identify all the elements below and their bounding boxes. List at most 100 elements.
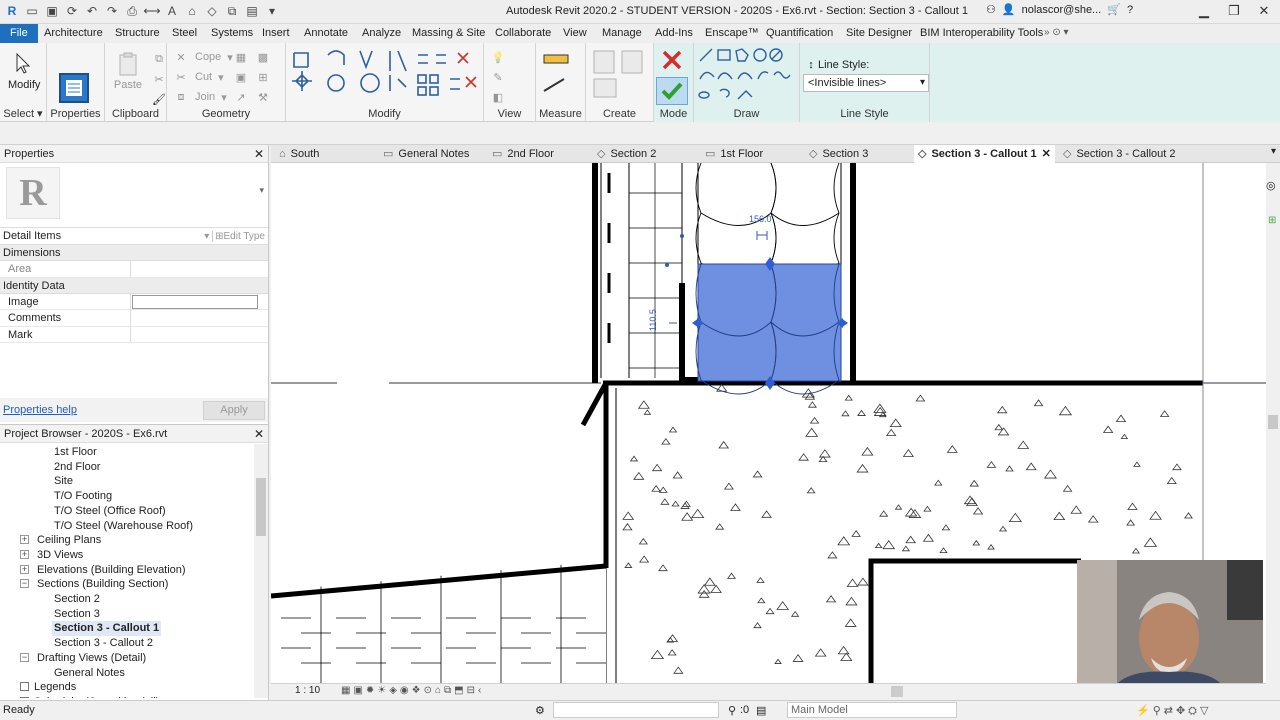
view-tab[interactable]: ▭ 1st Floor (705, 145, 763, 163)
worksets-icon[interactable]: ⚙ (535, 704, 545, 717)
drawing-canvas[interactable]: 156.0 110.5 (271, 163, 1266, 683)
switch-windows-icon[interactable]: ▤ (244, 3, 260, 19)
ribbon-overflow-icon[interactable]: » ⊙ ▾ (1044, 27, 1069, 38)
open-icon[interactable]: ▭ (24, 3, 40, 19)
ribbon-tab-view[interactable]: View (559, 24, 591, 43)
ribbon-tab-massing-site[interactable]: Massing & Site (408, 24, 489, 43)
browser-item[interactable]: Schedules/Quantities (all) (34, 695, 159, 698)
expand-icon[interactable]: + (20, 564, 29, 574)
mark-field[interactable] (131, 327, 268, 343)
browser-item[interactable]: 3D Views (37, 548, 83, 563)
ribbon-tab-bim-interoperability-tools[interactable]: BIM Interoperability Tools (916, 24, 1047, 43)
properties-button[interactable] (59, 73, 89, 103)
expand-icon[interactable]: + (20, 549, 29, 559)
dimension-height[interactable]: 110.5 (648, 309, 658, 331)
3d-view-icon[interactable]: ⌂ (184, 3, 200, 19)
image-field[interactable] (132, 294, 258, 309)
ribbon-tab-site-designer[interactable]: Site Designer (842, 24, 916, 43)
browser-item[interactable]: Section 3 - Callout 2 (54, 636, 153, 651)
override-graphics-icon[interactable]: ✎ (490, 69, 506, 85)
ribbon-tab-steel[interactable]: Steel (168, 24, 201, 43)
browser-item[interactable]: Site (54, 474, 73, 489)
cart-icon[interactable]: 🛒 (1107, 3, 1121, 16)
help-icon[interactable]: ? (1127, 4, 1133, 16)
group-dimensions[interactable]: Dimensions (0, 245, 268, 261)
close-hidden-icon[interactable]: ⧉ (224, 3, 240, 19)
browser-item[interactable]: Sections (Building Section) (37, 577, 168, 592)
view-scale[interactable]: 1 : 10 (295, 685, 320, 696)
measure-tools-icon[interactable] (540, 47, 580, 103)
cancel-edit-mode-button[interactable] (660, 49, 684, 71)
design-option-dropdown[interactable]: Main Model (787, 702, 957, 718)
horizontal-scroll-thumb[interactable] (891, 686, 903, 697)
demolish-icon[interactable]: ▣ (233, 69, 249, 85)
selection-filters-icons[interactable]: ⚡⚲⇄✥⛭▽ (1136, 704, 1211, 718)
canvas-scroll-thumb[interactable] (1268, 415, 1278, 429)
view-control-icons[interactable]: ▦▣✹☀◈◉❖⊙⌂⧉⬒⊟‹ (341, 685, 484, 696)
comments-field[interactable] (131, 310, 268, 326)
measure-icon[interactable]: ⟷ (143, 3, 160, 19)
ribbon-tab-collaborate[interactable]: Collaborate (491, 24, 555, 43)
view-tab[interactable]: ◇ Section 3 - Callout 2 (1063, 145, 1176, 163)
paint-icon[interactable]: ▩ (255, 49, 271, 65)
cut-geometry-button[interactable]: ✂ Cut ▾ (173, 69, 223, 85)
hide-element-icon[interactable]: ◧ (490, 89, 506, 105)
create-tools-icon[interactable] (590, 47, 650, 103)
hammer-icon[interactable]: ⚒ (255, 89, 271, 105)
text-icon[interactable]: A (164, 3, 180, 19)
design-options-icon[interactable]: ▤ (756, 704, 766, 717)
user-name[interactable]: nolascor@she... (1022, 4, 1102, 16)
edit-type-button[interactable]: ▾ ⊞Edit Type (204, 228, 265, 245)
ribbon-tab-quantification[interactable]: Quantification (762, 24, 837, 43)
properties-close-icon[interactable]: ✕ (254, 145, 264, 163)
browser-item[interactable]: Drafting Views (Detail) (37, 651, 146, 666)
split-face-icon[interactable]: ▦ (233, 49, 249, 65)
browser-scrollbar[interactable] (254, 444, 268, 698)
section-icon[interactable]: ◇ (204, 3, 220, 19)
user-icon[interactable]: 👤 (1002, 3, 1016, 16)
cope-button[interactable]: ✕ Cope ▾ (173, 49, 232, 65)
browser-item[interactable]: General Notes (54, 666, 125, 681)
expand-icon[interactable]: + (20, 535, 29, 545)
revit-app-icon[interactable]: R (4, 3, 20, 19)
browser-item[interactable]: T/O Steel (Office Roof) (54, 504, 166, 519)
restore-icon[interactable]: ❐ (1226, 2, 1242, 20)
finish-edit-mode-button[interactable] (656, 77, 688, 105)
view-tab[interactable]: ◇ Section 3 (809, 145, 868, 163)
browser-item[interactable]: Elevations (Building Elevation) (37, 563, 186, 578)
draw-tools-icons[interactable] (696, 47, 796, 107)
tab-overflow-icon[interactable]: ▾ (1271, 146, 1276, 157)
project-browser-close-icon[interactable]: ✕ (254, 425, 264, 443)
sync-icon[interactable]: ⟳ (64, 3, 80, 19)
collapse-icon[interactable]: − (20, 579, 29, 589)
collapse-icon[interactable]: − (20, 652, 29, 662)
ribbon-tab-annotate[interactable]: Annotate (300, 24, 352, 43)
view-tab[interactable]: ◇ Section 2 (597, 145, 656, 163)
dimension-width[interactable]: 156.0 (749, 214, 772, 224)
minimize-icon[interactable]: ▁ (1196, 2, 1212, 20)
browser-item[interactable]: Section 2 (54, 592, 100, 607)
modify-button[interactable]: Modify (8, 49, 40, 91)
browser-item[interactable]: Legends (34, 680, 76, 695)
browser-item[interactable]: Section 3 (54, 607, 100, 622)
browser-item[interactable]: Section 3 - Callout 1 (52, 621, 162, 637)
wall-joins-icon[interactable]: ⊞ (255, 69, 271, 85)
modify-tools-icons[interactable] (286, 45, 484, 107)
ribbon-tab-systems[interactable]: Systems (207, 24, 257, 43)
bulb-icon[interactable]: 💡 (490, 49, 506, 65)
undo-icon[interactable]: ↶ (84, 3, 100, 19)
ribbon-tab-structure[interactable]: Structure (111, 24, 164, 43)
browser-item[interactable]: T/O Steel (Warehouse Roof) (54, 519, 193, 534)
ribbon-tab-add-ins[interactable]: Add-Ins (651, 24, 697, 43)
cut-icon[interactable]: ✂ (151, 71, 167, 87)
copy-icon[interactable]: ⧉ (151, 51, 167, 67)
ribbon-tab-enscape[interactable]: Enscape™ (701, 24, 763, 43)
pick-icon[interactable]: ↗ (233, 89, 249, 105)
type-selector[interactable]: R ▾ (0, 163, 268, 228)
type-dropdown-arrow-icon[interactable]: ▾ (259, 185, 264, 196)
browser-item[interactable]: T/O Footing (54, 489, 112, 504)
browser-item[interactable]: 2nd Floor (54, 460, 100, 475)
view-tab[interactable]: ◇ Section 3 - Callout 1 ✕ (914, 145, 1055, 163)
browser-item[interactable]: Ceiling Plans (37, 533, 101, 548)
ribbon-tab-analyze[interactable]: Analyze (358, 24, 405, 43)
